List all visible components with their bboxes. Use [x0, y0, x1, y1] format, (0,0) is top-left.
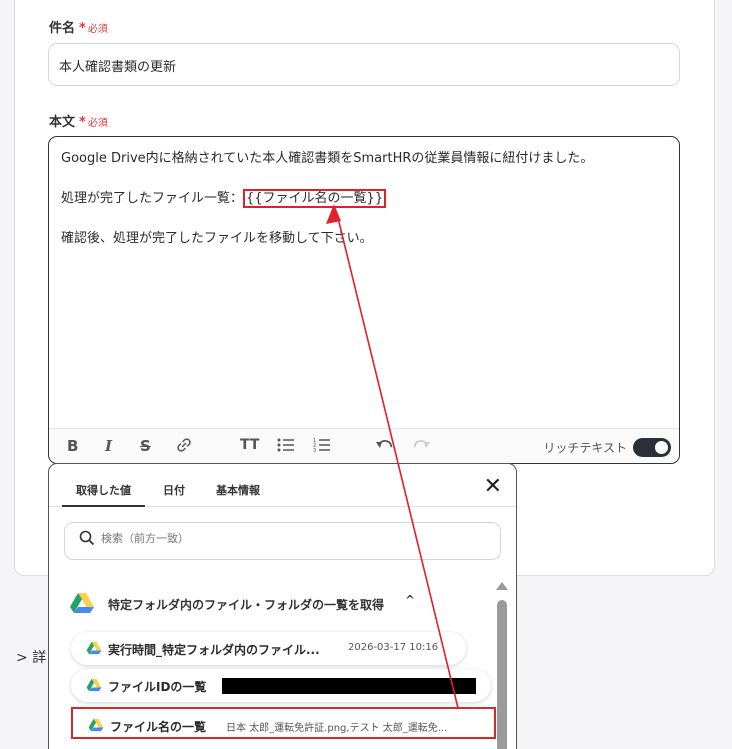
details-toggle[interactable]: > 詳 — [16, 647, 46, 667]
google-drive-icon — [86, 678, 102, 692]
scrollbar[interactable] — [496, 582, 508, 749]
required-badge: 必須 — [87, 118, 108, 129]
search-input[interactable] — [101, 532, 481, 545]
placeholder-variable[interactable]: {{ファイル名の一覧}} — [243, 189, 387, 208]
item-value: 2026-03-17 10:16 — [348, 642, 439, 653]
required-mark: * — [79, 21, 86, 36]
body-line-2: 処理が完了したファイル一覧： {{ファイル名の一覧}} — [61, 189, 593, 229]
tab-acquired-values[interactable]: 取得した値 — [62, 482, 145, 507]
text-size-icon[interactable]: TT — [240, 437, 259, 453]
numbered-list-icon[interactable]: 123 — [313, 437, 331, 457]
body-line-3: 確認後、処理が完了したファイルを移動して下さい。 — [61, 231, 373, 246]
search-icon — [79, 530, 95, 546]
google-drive-icon — [86, 641, 102, 655]
item-name: ファイル名の一覧 — [110, 720, 207, 734]
item-name: ファイルIDの一覧 — [108, 680, 207, 694]
google-drive-icon — [88, 718, 104, 732]
chevron-right-icon: > — [16, 650, 28, 666]
rich-text-toggle[interactable] — [633, 438, 671, 457]
item-name: 実行時間_特定フォルダ内のファイル... — [108, 643, 320, 657]
rich-text-label: リッチテキスト — [543, 441, 627, 455]
editor-toolbar: B I S TT 123 リッチテキスト — [49, 428, 679, 463]
body-text[interactable]: Google Drive内に格納されていた本人確認書類をSmartHRの従業員情… — [61, 149, 593, 269]
scroll-up-arrow[interactable] — [496, 582, 508, 590]
link-icon[interactable] — [176, 437, 192, 457]
required-badge: 必須 — [87, 24, 108, 35]
strikethrough-icon[interactable]: S — [140, 437, 151, 455]
bold-icon[interactable]: B — [67, 437, 78, 455]
value-picker-popup: 取得した値 日付 基本情報 ✕ 特定フォルダ内のファイル・フォルダの一覧を取得 … — [48, 463, 517, 749]
action-group-header[interactable]: 特定フォルダ内のファイル・フォルダの一覧を取得 ^ — [69, 592, 415, 617]
body-editor[interactable]: Google Drive内に格納されていた本人確認書類をSmartHRの従業員情… — [48, 136, 680, 464]
redo-icon[interactable] — [413, 437, 431, 457]
body-label: 本文 * 必須 — [49, 111, 108, 130]
svg-text:3: 3 — [313, 448, 316, 453]
list-item[interactable]: ファイルIDの一覧 — [71, 669, 491, 702]
body-line-2-text: 処理が完了したファイル一覧： — [61, 191, 244, 206]
body-line-1: Google Drive内に格納されていた本人確認書類をSmartHRの従業員情… — [61, 151, 594, 166]
scrollbar-thumb[interactable] — [497, 600, 507, 749]
subject-label: 件名 * 必須 — [49, 17, 108, 36]
search-box[interactable] — [64, 522, 501, 560]
list-item-selected[interactable]: ファイル名の一覧 日本 太郎_運転免許証.png,テスト 太郎_運転免... — [71, 707, 496, 739]
chevron-up-icon[interactable]: ^ — [405, 593, 415, 607]
tab-date[interactable]: 日付 — [163, 482, 185, 498]
required-mark: * — [79, 115, 86, 130]
subject-label-text: 件名 — [49, 21, 76, 36]
redacted-value — [222, 678, 476, 694]
list-item[interactable]: 実行時間_特定フォルダ内のファイル... 2026-03-17 10:16 — [71, 632, 466, 665]
details-label: 詳 — [32, 650, 47, 666]
undo-icon[interactable] — [375, 437, 393, 457]
subject-input[interactable]: 本人確認書類の更新 — [48, 43, 680, 86]
tab-basic-info[interactable]: 基本情報 — [216, 482, 260, 498]
italic-icon[interactable]: I — [105, 437, 112, 455]
popup-tabs: 取得した値 日付 基本情報 ✕ — [49, 464, 516, 507]
close-icon[interactable]: ✕ — [484, 474, 502, 499]
body-label-text: 本文 — [49, 115, 76, 130]
bullet-list-icon[interactable] — [277, 437, 295, 457]
group-title: 特定フォルダ内のファイル・フォルダの一覧を取得 — [108, 598, 385, 612]
item-value: 日本 太郎_運転免許証.png,テスト 太郎_運転免... — [226, 723, 448, 734]
google-drive-icon — [70, 593, 94, 613]
